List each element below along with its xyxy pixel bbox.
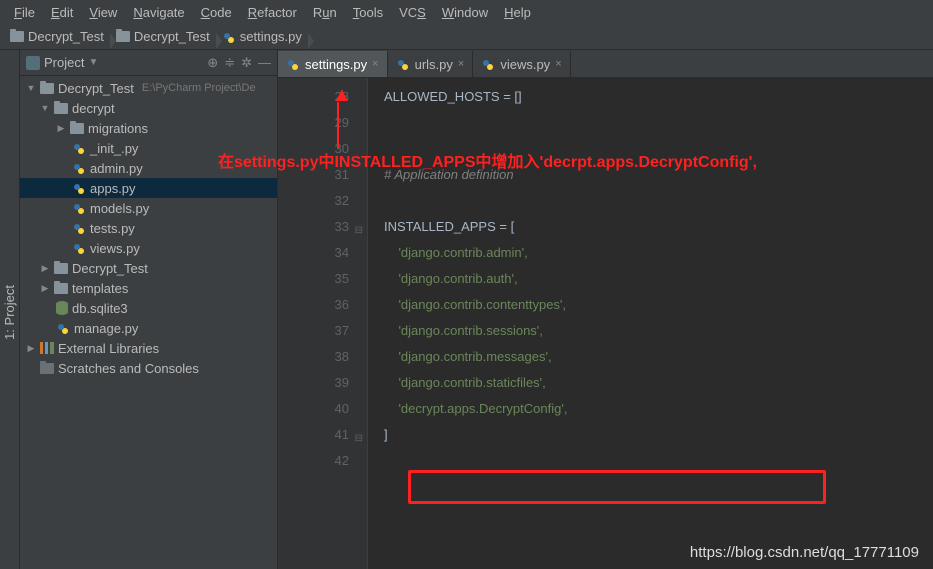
tool-window-bar: 1: Project <box>0 50 20 569</box>
menu-window[interactable]: Window <box>436 3 494 22</box>
menu-help[interactable]: Help <box>498 3 537 22</box>
tree-project-folder[interactable]: ▶Decrypt_Test <box>20 258 277 278</box>
tree-external-libs[interactable]: ▶External Libraries <box>20 338 277 358</box>
python-file-icon <box>72 221 86 235</box>
menu-bar: FFileile Edit View Navigate Code Refacto… <box>0 0 933 24</box>
menu-run[interactable]: Run <box>307 3 343 22</box>
tree-migrations[interactable]: ▶migrations <box>20 118 277 138</box>
project-title: Project <box>44 55 84 70</box>
tree-root[interactable]: ▼Decrypt_TestE:\PyCharm Project\De <box>20 78 277 98</box>
project-tree: ▼Decrypt_TestE:\PyCharm Project\De ▼decr… <box>20 76 277 569</box>
crumb-root[interactable]: Decrypt_Test <box>6 29 112 44</box>
line-gutter: 282930313233343536373839404142 ⊟ ⊟ <box>278 78 368 569</box>
crumb-file[interactable]: settings.py <box>218 29 310 44</box>
annotation-arrow-icon: ▲ <box>332 84 352 107</box>
settings-button[interactable]: ✲ <box>241 55 252 71</box>
menu-refactor[interactable]: Refactor <box>242 3 303 22</box>
breadcrumb: Decrypt_Test Decrypt_Test settings.py <box>0 24 933 50</box>
library-icon <box>40 342 54 354</box>
tree-scratches[interactable]: Scratches and Consoles <box>20 358 277 378</box>
watermark: https://blog.csdn.net/qq_17771109 <box>690 544 919 561</box>
hide-button[interactable]: — <box>258 55 271 71</box>
folder-icon <box>10 31 24 42</box>
tree-db[interactable]: db.sqlite3 <box>20 298 277 318</box>
python-file-icon <box>56 321 70 335</box>
menu-view[interactable]: View <box>83 3 123 22</box>
menu-code[interactable]: Code <box>195 3 238 22</box>
tree-file-selected[interactable]: apps.py <box>20 178 277 198</box>
folder-icon <box>70 123 84 134</box>
menu-tools[interactable]: Tools <box>347 3 389 22</box>
tree-templates[interactable]: ▶templates <box>20 278 277 298</box>
tree-app[interactable]: ▼decrypt <box>20 98 277 118</box>
folder-icon <box>40 363 54 374</box>
menu-vcs[interactable]: VCS <box>393 3 432 22</box>
python-file-icon <box>72 141 86 155</box>
close-icon[interactable]: × <box>458 58 464 70</box>
tab-urls[interactable]: urls.py× <box>388 51 474 77</box>
close-icon[interactable]: × <box>372 58 378 70</box>
python-file-icon <box>72 201 86 215</box>
locate-button[interactable]: ⊕ <box>207 55 218 71</box>
tree-file[interactable]: views.py <box>20 238 277 258</box>
close-icon[interactable]: × <box>555 58 561 70</box>
database-icon <box>56 301 68 315</box>
tree-file[interactable]: tests.py <box>20 218 277 238</box>
collapse-button[interactable]: ≑ <box>224 55 235 71</box>
editor-tabs: settings.py× urls.py× views.py× <box>278 50 933 78</box>
python-file-icon <box>72 241 86 255</box>
folder-icon <box>54 103 68 114</box>
project-tool-window: Project ▼ ⊕ ≑ ✲ — ▼Decrypt_TestE:\PyChar… <box>20 50 278 569</box>
annotation-highlight-box <box>408 470 826 504</box>
folder-icon <box>54 263 68 274</box>
tab-settings[interactable]: settings.py× <box>278 51 388 77</box>
menu-file[interactable]: FFileile <box>8 3 41 22</box>
fold-icon[interactable]: ⊟ <box>355 218 363 244</box>
tree-file[interactable]: models.py <box>20 198 277 218</box>
tree-file[interactable]: admin.py <box>20 158 277 178</box>
tree-file[interactable]: _init_.py <box>20 138 277 158</box>
chevron-down-icon[interactable]: ▼ <box>88 57 98 68</box>
fold-icon[interactable]: ⊟ <box>355 426 363 452</box>
menu-navigate[interactable]: Navigate <box>127 3 190 22</box>
project-header: Project ▼ ⊕ ≑ ✲ — <box>20 50 277 76</box>
tab-views[interactable]: views.py× <box>473 51 570 77</box>
python-file-icon <box>222 30 236 44</box>
menu-edit[interactable]: Edit <box>45 3 79 22</box>
python-file-icon <box>286 57 300 71</box>
tree-manage[interactable]: manage.py <box>20 318 277 338</box>
python-file-icon <box>396 57 410 71</box>
folder-icon <box>116 31 130 42</box>
python-file-icon <box>72 181 86 195</box>
python-file-icon <box>72 161 86 175</box>
folder-icon <box>40 83 54 94</box>
project-icon <box>26 56 40 70</box>
crumb-project[interactable]: Decrypt_Test <box>112 29 218 44</box>
project-tool-tab[interactable]: 1: Project <box>0 281 19 344</box>
python-file-icon <box>481 57 495 71</box>
folder-icon <box>54 283 68 294</box>
